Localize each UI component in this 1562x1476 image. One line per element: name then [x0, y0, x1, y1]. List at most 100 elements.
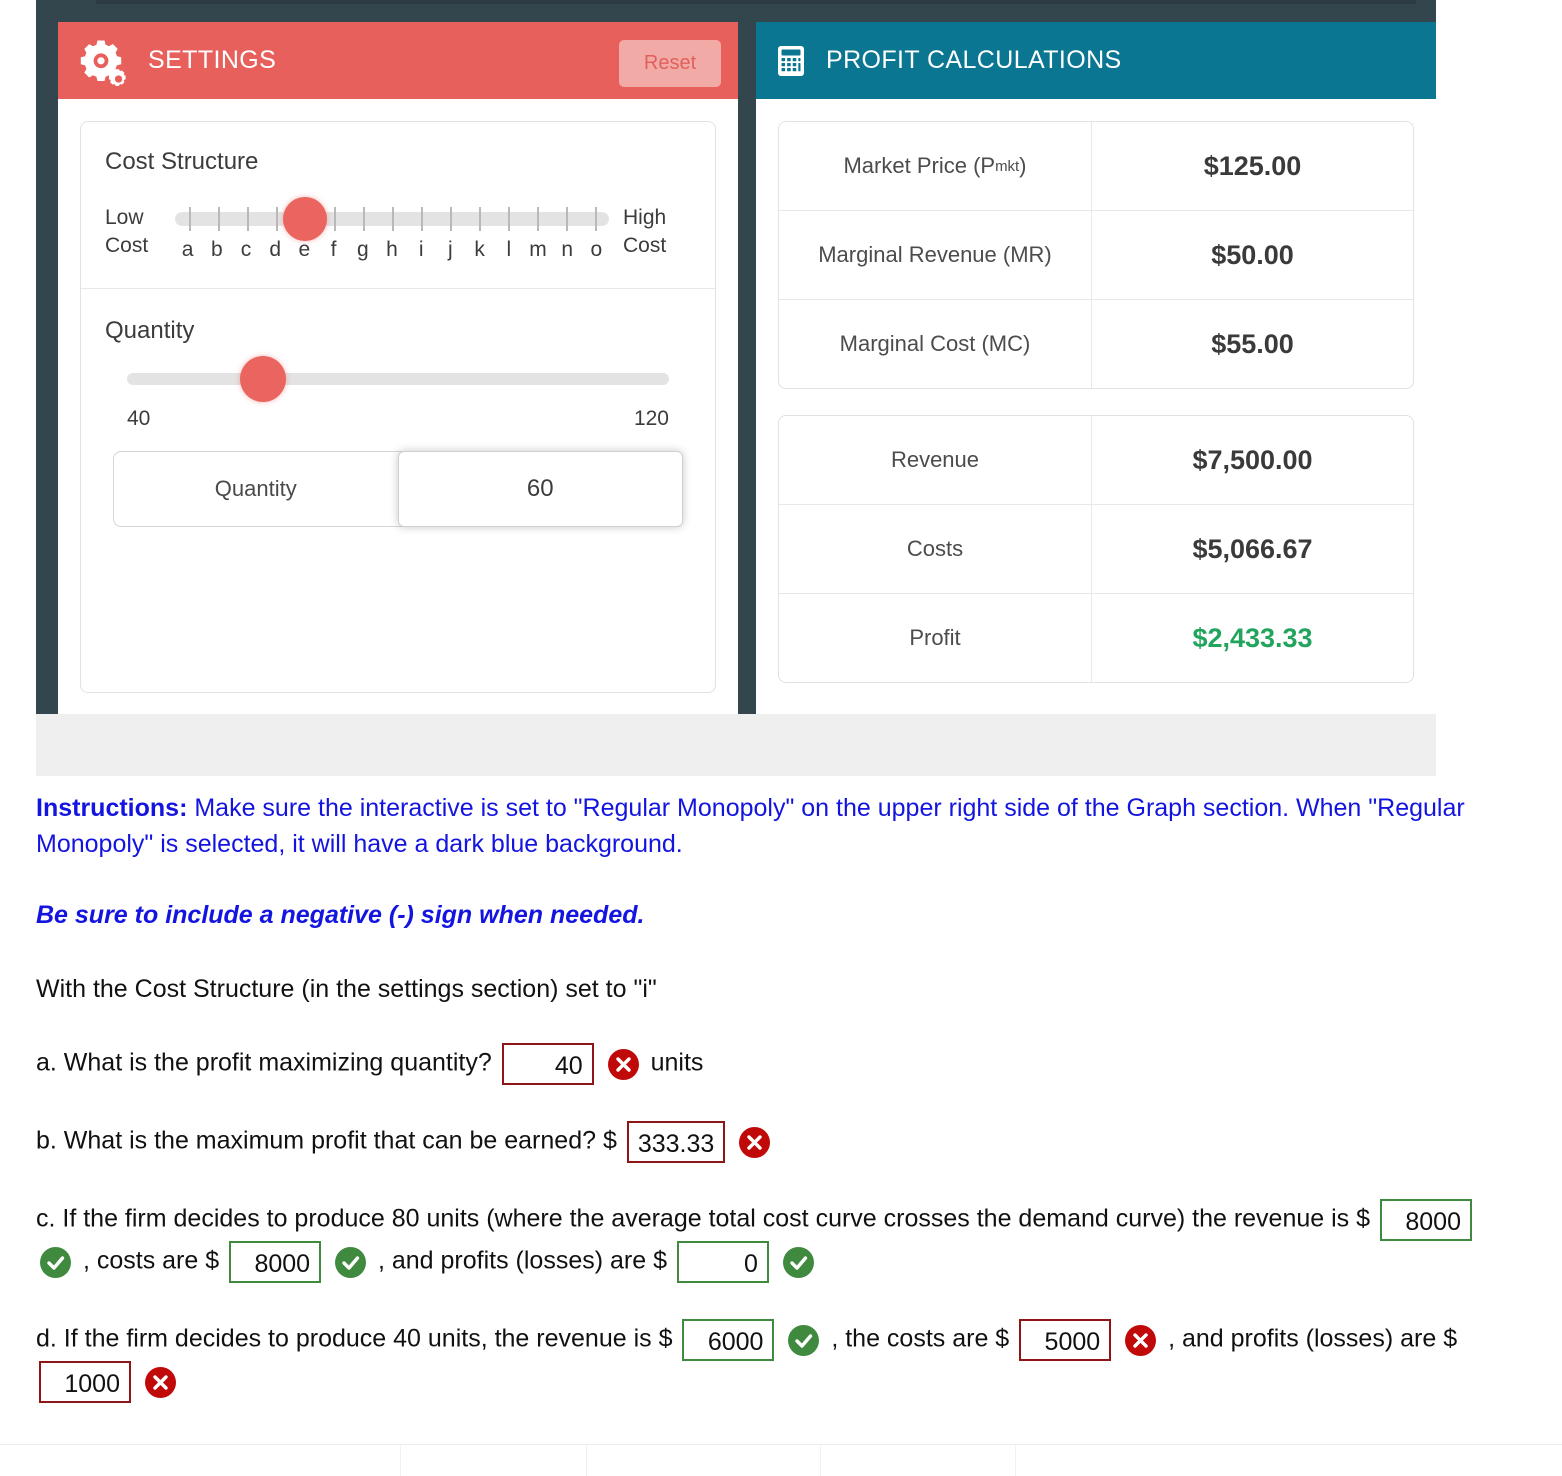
- metric-value: $50.00: [1211, 239, 1294, 270]
- metric-label: Costs: [779, 505, 1092, 593]
- settings-panel-body: Cost Structure Low Cost a b c d e f g h …: [58, 99, 738, 731]
- cost-slider-tick: [536, 207, 539, 231]
- cost-slider-tick: [189, 207, 192, 231]
- settings-card: Cost Structure Low Cost a b c d e f g h …: [80, 121, 716, 693]
- cost-slider-tick-label-i[interactable]: i: [419, 238, 424, 262]
- cost-slider-track[interactable]: [175, 197, 609, 241]
- profit-panel-body: Market Price (P mkt) $125.00 Marginal Reven…: [756, 99, 1436, 731]
- table-row: Marginal Cost (MC) $55.00: [779, 300, 1413, 388]
- cost-slider-tick-label-k[interactable]: k: [474, 238, 485, 262]
- panels-row: SETTINGS Reset Cost Structure Low Cost a…: [58, 22, 1436, 731]
- cost-structure-high-label: High Cost: [623, 204, 691, 261]
- table-row: Marginal Revenue (MR) $50.00: [779, 211, 1413, 300]
- quantity-range-labels: 40 120: [127, 407, 669, 431]
- cost-slider-tick-label-b[interactable]: b: [211, 238, 223, 262]
- cost-slider-tick-label-d[interactable]: d: [269, 238, 281, 262]
- cost-structure-section: Cost Structure Low Cost a b c d e f g h …: [81, 122, 715, 288]
- settings-panel-title: SETTINGS: [148, 46, 277, 74]
- reset-button[interactable]: Reset: [619, 40, 721, 87]
- question-c-costs-input[interactable]: 8000: [229, 1241, 322, 1283]
- cost-slider-tick-label-e[interactable]: e: [299, 238, 311, 262]
- metric-value: $55.00: [1211, 328, 1294, 359]
- cost-slider-tick-label-o[interactable]: o: [591, 238, 603, 262]
- question-b-input[interactable]: 333.33: [626, 1121, 726, 1163]
- bottom-tick: [586, 1445, 587, 1476]
- calculator-icon: [774, 44, 808, 78]
- cost-slider-tick: [334, 207, 337, 231]
- metric-value: $7,500.00: [1192, 444, 1313, 475]
- page-root: SETTINGS Reset Cost Structure Low Cost a…: [0, 0, 1562, 1476]
- table-row: Market Price (P mkt) $125.00: [779, 122, 1413, 211]
- cost-slider-tick: [449, 207, 452, 231]
- quantity-input-group[interactable]: Quantity 60: [113, 451, 683, 527]
- cost-slider-tick: [565, 207, 568, 231]
- quantity-min-label: 40: [127, 407, 151, 430]
- metric-value: $2,433.33: [1192, 622, 1313, 653]
- question-a-input[interactable]: 40: [501, 1043, 594, 1085]
- question-d: d. If the firm decides to produce 40 uni…: [36, 1319, 1506, 1403]
- cost-slider-tick: [276, 207, 279, 231]
- quantity-slider-track[interactable]: [127, 356, 669, 402]
- question-c-text-3: , and profits (losses) are $: [377, 1246, 667, 1275]
- profit-calculations-panel: PROFIT CALCULATIONS Market Price (P mkt) $…: [756, 22, 1436, 731]
- incorrect-icon: [739, 1126, 771, 1158]
- correct-icon: [335, 1246, 367, 1278]
- question-d-profit-input[interactable]: 1000: [39, 1361, 131, 1403]
- cost-slider-tick-label-m[interactable]: m: [529, 238, 547, 262]
- widget-top-edge: [96, 0, 1416, 4]
- cost-structure-low-label: Low Cost: [105, 204, 173, 261]
- cost-slider-tick-labels: abcdefghijklmno: [173, 238, 611, 268]
- question-d-revenue-input[interactable]: 6000: [682, 1319, 775, 1361]
- cost-slider-tick-label-l[interactable]: l: [506, 238, 511, 262]
- cost-slider-tick-label-j[interactable]: j: [448, 238, 453, 262]
- profit-panel-title: PROFIT CALCULATIONS: [826, 46, 1122, 74]
- metric-value: $5,066.67: [1192, 533, 1313, 564]
- settings-panel-header: SETTINGS Reset: [58, 22, 738, 99]
- question-c-text-1: c. If the firm decides to produce 80 uni…: [36, 1204, 1371, 1233]
- instructions-body: Make sure the interactive is set to "Reg…: [36, 794, 1465, 859]
- bottom-tick: [400, 1445, 401, 1476]
- metric-value: $125.00: [1203, 150, 1302, 181]
- cost-slider-tick: [363, 207, 366, 231]
- page-bottom-divider: [0, 1444, 1562, 1445]
- cost-structure-preamble: With the Cost Structure (in the settings…: [36, 974, 657, 1003]
- cost-slider-tick-label-a[interactable]: a: [182, 238, 194, 262]
- cost-slider-tick: [247, 207, 250, 231]
- incorrect-icon: [607, 1048, 639, 1080]
- cost-structure-slider-row: Low Cost abcdefghijklmno High Cost: [105, 197, 691, 268]
- quantity-input-label: Quantity: [114, 452, 398, 526]
- cost-slider-tick-label-f[interactable]: f: [331, 238, 337, 262]
- quantity-slider-handle[interactable]: [239, 356, 286, 402]
- incorrect-icon: [144, 1366, 176, 1398]
- quantity-input-field[interactable]: 60: [397, 451, 683, 527]
- correct-icon: [788, 1324, 820, 1356]
- quantity-max-label: 120: [633, 407, 669, 430]
- cost-structure-slider[interactable]: abcdefghijklmno: [173, 197, 611, 268]
- question-c-profit-input[interactable]: 0: [676, 1241, 769, 1283]
- profit-panel-header: PROFIT CALCULATIONS: [756, 22, 1436, 99]
- metric-label: Marginal Revenue (MR): [779, 211, 1092, 299]
- widget-footer-strip: [36, 714, 1436, 776]
- correct-icon: [40, 1246, 71, 1278]
- cost-slider-tick-label-h[interactable]: h: [386, 238, 398, 262]
- metric-label: Marginal Cost (MC): [779, 300, 1092, 388]
- cost-slider-tick: [218, 207, 221, 231]
- metric-label: Market Price (P mkt): [779, 122, 1092, 210]
- question-a-units: units: [650, 1048, 704, 1077]
- incorrect-icon: [1125, 1324, 1157, 1356]
- gear-icon: [76, 34, 130, 88]
- table-row: Costs $5,066.67: [779, 505, 1413, 594]
- question-c-text-2: , costs are $: [82, 1246, 220, 1275]
- instructions-paragraph: Instructions: Make sure the interactive …: [36, 790, 1506, 863]
- cost-slider-tick: [594, 207, 597, 231]
- cost-slider-handle[interactable]: [283, 197, 328, 241]
- question-d-text-2: , the costs are $: [831, 1324, 1010, 1353]
- cost-slider-tick-label-g[interactable]: g: [357, 238, 369, 262]
- question-d-costs-input[interactable]: 5000: [1019, 1319, 1112, 1361]
- cost-slider-tick: [420, 207, 423, 231]
- question-c-revenue-input[interactable]: 8000: [1379, 1199, 1472, 1241]
- cost-slider-tick-label-n[interactable]: n: [561, 238, 573, 262]
- cost-slider-tick: [392, 207, 394, 231]
- cost-slider-tick-label-c[interactable]: c: [241, 238, 252, 262]
- quantity-slider[interactable]: 40 120: [105, 356, 691, 431]
